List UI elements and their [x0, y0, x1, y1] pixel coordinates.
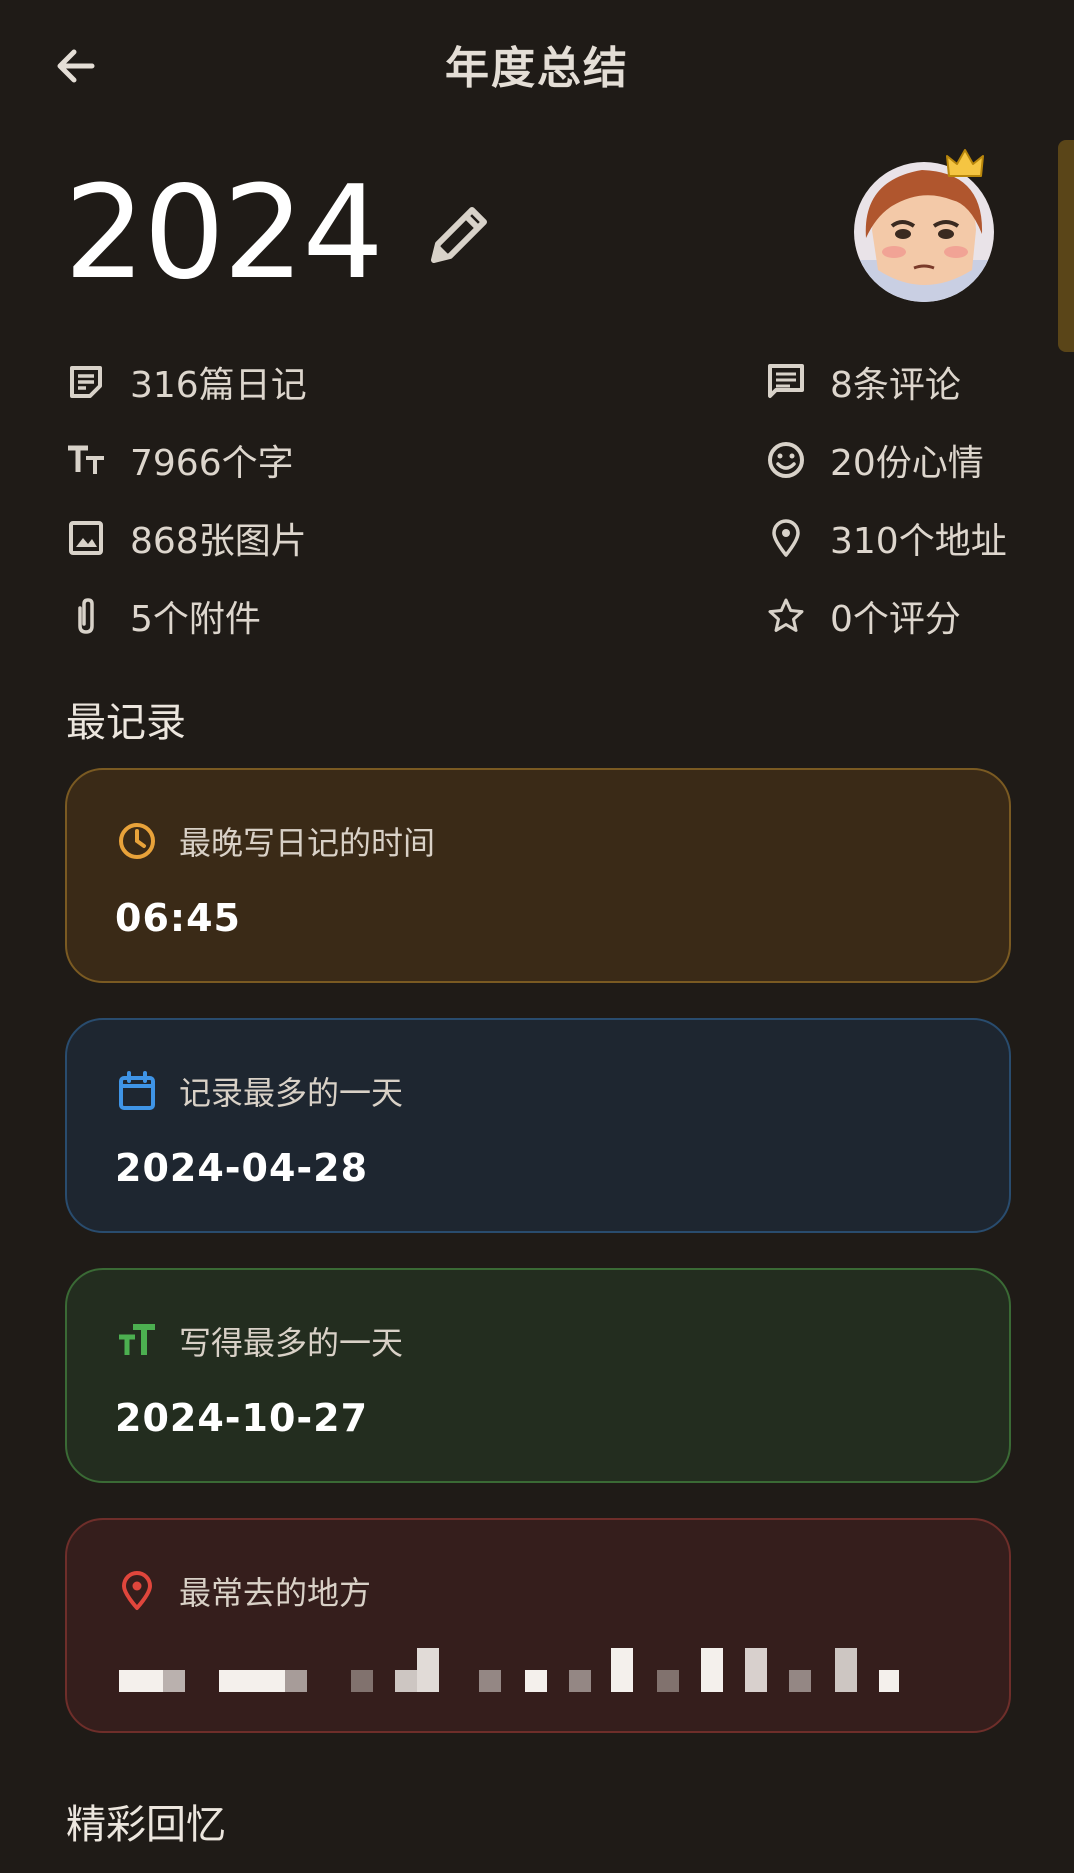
paperclip-icon [78, 598, 94, 634]
stat-rating-count: 0个评分 [764, 586, 961, 646]
stat-location-count: 310个地址 [764, 508, 1007, 568]
crown-icon [946, 149, 984, 177]
image-icon [69, 521, 103, 555]
page-title: 年度总结 [445, 43, 629, 94]
stat-comment-count: 8条评论 [764, 352, 961, 412]
stat-word-count: 7966个字 [64, 430, 294, 490]
star-icon [768, 598, 804, 632]
record-card-most-words-day[interactable]: 写得最多的一天 2024-10-27 [65, 1268, 1011, 1483]
records-section-title: 最记录 [66, 700, 186, 746]
record-card-most-entries-day[interactable]: 记录最多的一天 2024-04-28 [65, 1018, 1011, 1233]
record-value: 06:45 [115, 896, 241, 940]
pencil-icon [430, 207, 487, 263]
comment-icon [768, 364, 804, 398]
redacted-place-value [119, 1648, 899, 1692]
calendar-icon [119, 1071, 155, 1110]
record-value: 2024-04-28 [115, 1146, 369, 1190]
notes-icon [70, 366, 102, 398]
stat-image-count: 868张图片 [64, 508, 307, 568]
edit-year-button[interactable] [420, 194, 500, 274]
memories-section-title: 精彩回忆 [66, 1802, 226, 1848]
record-card-latest-time[interactable]: 最晚写日记的时间 06:45 [65, 768, 1011, 983]
clock-icon [119, 823, 155, 859]
app-bar: 年度总结 [0, 0, 1074, 130]
stat-mood-count: 20份心情 [764, 430, 984, 490]
stat-attachment-count: 5个附件 [64, 586, 261, 646]
stat-diary-count: 316篇日记 [64, 352, 307, 412]
record-value: 2024-10-27 [115, 1396, 369, 1440]
scrollbar[interactable] [1058, 140, 1074, 352]
text-size-icon [119, 1324, 155, 1355]
text-size-icon [68, 445, 104, 474]
location-pin-icon [122, 1571, 152, 1610]
year-title: 2024 [64, 159, 384, 308]
smile-icon [768, 442, 804, 478]
location-pin-icon [772, 519, 800, 557]
record-card-frequent-place[interactable]: 最常去的地方 [65, 1518, 1011, 1733]
